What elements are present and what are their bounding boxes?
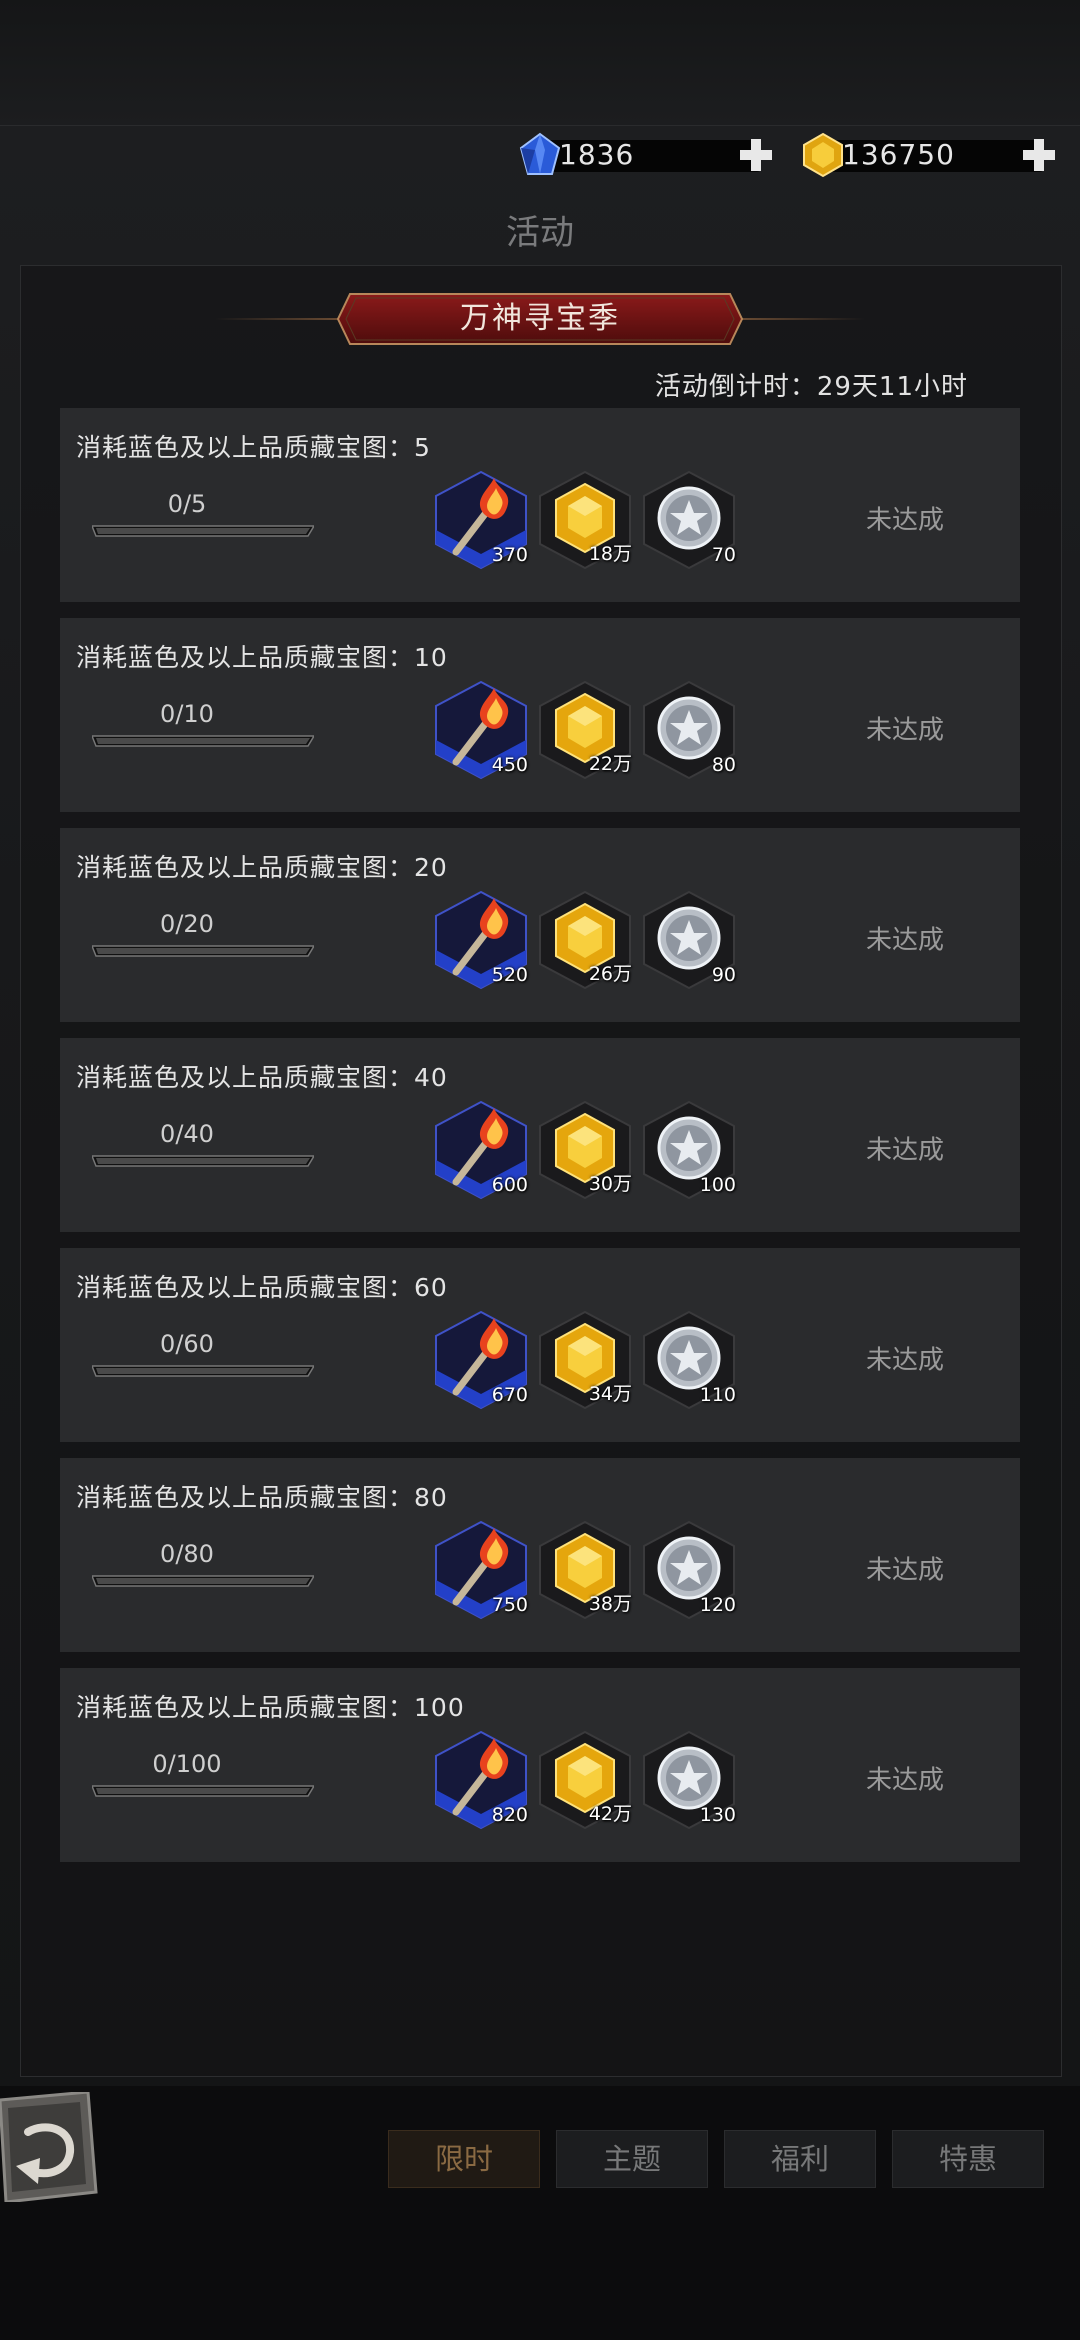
- task-status: 未达成: [865, 1555, 944, 1586]
- reward-item[interactable]: 370: [432, 470, 530, 570]
- task-progress-text: 0/80: [160, 1540, 214, 1568]
- reward-amount: 110: [699, 1384, 736, 1406]
- reward-item[interactable]: 600: [432, 1100, 530, 1200]
- reward-amount: 90: [711, 964, 736, 986]
- reward-amount: 520: [491, 964, 528, 986]
- task-row: 消耗蓝色及以上品质藏宝图：80 0/80 750 38万 120 未达成: [60, 1458, 1020, 1652]
- task-progress-bar: [92, 525, 314, 537]
- reward-item[interactable]: 26万: [536, 890, 634, 990]
- gold-currency: 136750: [798, 130, 1080, 180]
- task-status: 未达成: [865, 1135, 944, 1166]
- reward-amount: 750: [491, 1594, 528, 1616]
- task-progress-text: 0/10: [160, 700, 214, 728]
- task-row: 消耗蓝色及以上品质藏宝图：5 0/5 370 18万 70 未达成: [60, 408, 1020, 602]
- reward-item[interactable]: 750: [432, 1520, 530, 1620]
- back-button[interactable]: [0, 2092, 98, 2202]
- reward-amount: 22万: [588, 753, 632, 775]
- reward-amount: 42万: [588, 1803, 632, 1825]
- task-progress-bar: [92, 945, 314, 957]
- reward-amount: 30万: [588, 1173, 632, 1195]
- task-status: 未达成: [865, 1765, 944, 1796]
- reward-amount: 70: [711, 544, 736, 566]
- reward-item[interactable]: 520: [432, 890, 530, 990]
- reward-item[interactable]: 34万: [536, 1310, 634, 1410]
- task-progress-text: 0/5: [167, 490, 207, 518]
- reward-item[interactable]: 90: [640, 890, 738, 990]
- reward-item[interactable]: 38万: [536, 1520, 634, 1620]
- task-status: 未达成: [865, 925, 944, 956]
- tab-limited[interactable]: 限时: [388, 2130, 540, 2188]
- task-title: 消耗蓝色及以上品质藏宝图：80: [76, 1483, 448, 1512]
- reward-item[interactable]: 42万: [536, 1730, 634, 1830]
- tab-theme[interactable]: 主题: [556, 2130, 708, 2188]
- task-row: 消耗蓝色及以上品质藏宝图：10 0/10 450 22万 80 未达成: [60, 618, 1020, 812]
- task-progress-bar: [92, 735, 314, 747]
- add-gems-button[interactable]: [737, 136, 775, 174]
- reward-item[interactable]: 130: [640, 1730, 738, 1830]
- task-status: 未达成: [865, 505, 944, 536]
- task-progress-bar: [92, 1365, 314, 1377]
- task-progress-text: 0/100: [152, 1750, 222, 1778]
- task-progress-bar: [92, 1155, 314, 1167]
- task-title: 消耗蓝色及以上品质藏宝图：40: [76, 1063, 448, 1092]
- reward-amount: 34万: [588, 1383, 632, 1405]
- task-status: 未达成: [865, 1345, 944, 1376]
- reward-item[interactable]: 70: [640, 470, 738, 570]
- reward-item[interactable]: 670: [432, 1310, 530, 1410]
- reward-amount: 130: [699, 1804, 736, 1826]
- task-row: 消耗蓝色及以上品质藏宝图：20 0/20 520 26万 90 未达成: [60, 828, 1020, 1022]
- task-title: 消耗蓝色及以上品质藏宝图：10: [76, 643, 448, 672]
- gem-count: 1836: [559, 138, 635, 171]
- task-title: 消耗蓝色及以上品质藏宝图：20: [76, 853, 448, 882]
- banner-line-left: [215, 318, 340, 320]
- task-row: 消耗蓝色及以上品质藏宝图：40 0/40 600 30万 100 未达成: [60, 1038, 1020, 1232]
- event-title: 万神寻宝季: [460, 301, 620, 336]
- page-title: 活动: [506, 213, 574, 253]
- task-progress-text: 0/60: [160, 1330, 214, 1358]
- top-strip: [0, 0, 1080, 125]
- reward-item[interactable]: 18万: [536, 470, 634, 570]
- reward-amount: 450: [491, 754, 528, 776]
- reward-item[interactable]: 820: [432, 1730, 530, 1830]
- reward-amount: 820: [491, 1804, 528, 1826]
- tab-welfare[interactable]: 福利: [724, 2130, 876, 2188]
- reward-item[interactable]: 110: [640, 1310, 738, 1410]
- reward-amount: 26万: [588, 963, 632, 985]
- reward-amount: 370: [491, 544, 528, 566]
- task-title: 消耗蓝色及以上品质藏宝图：5: [76, 433, 431, 462]
- reward-amount: 38万: [588, 1593, 632, 1615]
- reward-amount: 100: [699, 1174, 736, 1196]
- reward-amount: 80: [711, 754, 736, 776]
- task-title: 消耗蓝色及以上品质藏宝图：60: [76, 1273, 448, 1302]
- reward-item[interactable]: 30万: [536, 1100, 634, 1200]
- task-title: 消耗蓝色及以上品质藏宝图：100: [76, 1693, 465, 1722]
- gold-count: 136750: [842, 138, 955, 171]
- reward-item[interactable]: 120: [640, 1520, 738, 1620]
- task-progress-text: 0/40: [160, 1120, 214, 1148]
- task-status: 未达成: [865, 715, 944, 746]
- blue-gem-icon: [519, 132, 561, 175]
- gem-currency: 1836: [515, 130, 775, 180]
- reward-amount: 120: [699, 1594, 736, 1616]
- banner-line-right: [740, 318, 865, 320]
- reward-item[interactable]: 450: [432, 680, 530, 780]
- reward-item[interactable]: 100: [640, 1100, 738, 1200]
- task-row: 消耗蓝色及以上品质藏宝图：100 0/100 820 42万 130 未达成: [60, 1668, 1020, 1862]
- countdown-text: 活动倒计时：29天11小时: [654, 372, 968, 402]
- reward-amount: 600: [491, 1174, 528, 1196]
- task-progress-bar: [92, 1575, 314, 1587]
- task-progress-bar: [92, 1785, 314, 1797]
- task-row: 消耗蓝色及以上品质藏宝图：60 0/60 670 34万 110 未达成: [60, 1248, 1020, 1442]
- add-gold-button[interactable]: [1020, 136, 1058, 174]
- gold-gem-icon: [803, 132, 843, 178]
- task-progress-text: 0/20: [160, 910, 214, 938]
- reward-item[interactable]: 22万: [536, 680, 634, 780]
- reward-item[interactable]: 80: [640, 680, 738, 780]
- reward-amount: 18万: [588, 543, 632, 565]
- tab-special-offer[interactable]: 特惠: [892, 2130, 1044, 2188]
- reward-amount: 670: [491, 1384, 528, 1406]
